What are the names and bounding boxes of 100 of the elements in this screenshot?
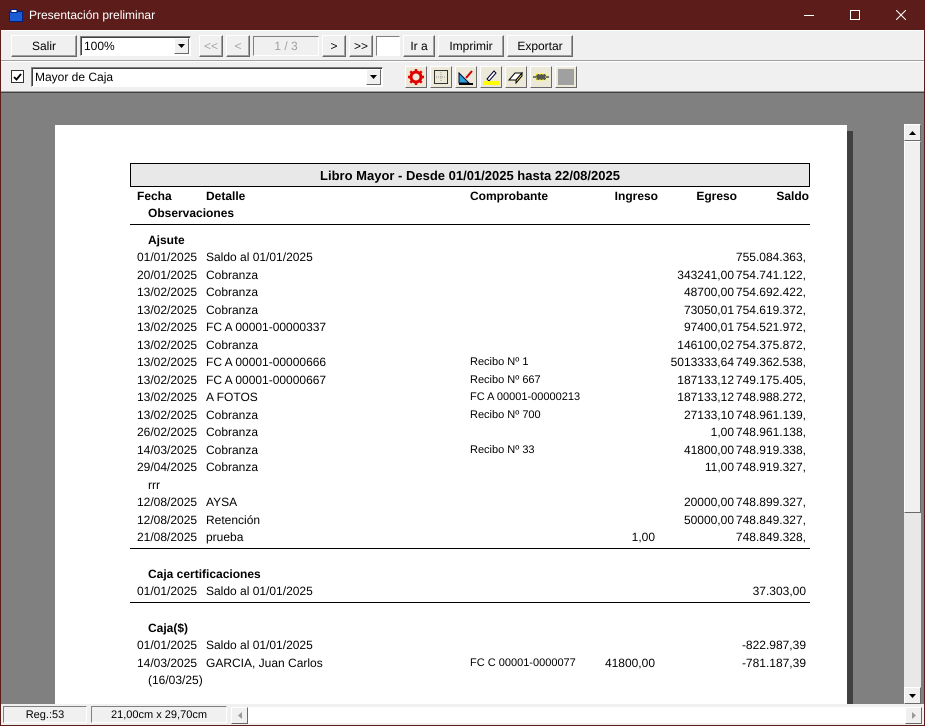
table-cell: 21/08/2025 [137, 530, 198, 544]
table-cell: (16/03/25) [148, 673, 203, 688]
zoom-select[interactable]: 100% [80, 36, 191, 56]
column-header: Observaciones [148, 206, 234, 220]
table-cell: 1,00 [710, 425, 734, 440]
table-cell: 754.375.872, [736, 338, 806, 352]
table-cell: 13/02/2025 [137, 408, 198, 422]
table-cell: Recibo Nº 700 [470, 408, 541, 421]
table-cell: 27133,10 [684, 408, 734, 422]
exit-button[interactable]: Salir [11, 34, 77, 56]
table-cell: 748.961.138, [736, 425, 806, 440]
nav-button[interactable]: >> [349, 34, 373, 56]
table-cell: 20000,00 [684, 495, 734, 510]
app-icon [9, 8, 23, 22]
column-header: Saldo [775, 188, 809, 203]
down-arrow-icon[interactable] [909, 694, 916, 698]
table-cell: FC C 00001-0000077 [470, 656, 576, 669]
table-cell: 97400,01 [684, 320, 734, 334]
table-cell: 754.521.972, [736, 320, 806, 334]
highlighter-icon[interactable] [480, 66, 502, 88]
section-title: Ajsute [148, 232, 185, 247]
table-cell: 41800,00 [684, 442, 734, 457]
up-arrow-icon[interactable] [909, 130, 916, 134]
table-cell: Saldo al 01/01/2025 [206, 250, 313, 264]
table-cell: 187133,12 [677, 372, 734, 387]
table-cell: 755.084.363, [736, 250, 806, 264]
table-cell: FC A 00001-00000337 [206, 320, 326, 334]
table-cell: 73050,01 [684, 302, 734, 317]
table-cell: Saldo al 01/01/2025 [206, 584, 313, 598]
table-cell: 13/02/2025 [137, 355, 198, 370]
column-header: Egreso [695, 188, 737, 203]
table-cell: 748.919.327, [736, 460, 806, 474]
table-cell: 146100,02 [677, 338, 734, 352]
table-cell: Recibo Nº 667 [470, 374, 541, 386]
table-cell: 748.899.327, [736, 495, 806, 510]
goto-input[interactable] [376, 36, 400, 56]
table-cell: 5013333,64 [670, 355, 734, 370]
table-cell: FC A 00001-00000667 [206, 372, 326, 387]
table-cell: 754.741.122, [736, 268, 806, 282]
toolbar-button[interactable]: Exportar [507, 34, 573, 56]
table-cell: 13/02/2025 [137, 285, 198, 300]
table-cell: Cobranza [206, 408, 258, 422]
table-cell: 41800,00 [604, 656, 655, 670]
table-cell: 50000,00 [684, 512, 734, 527]
table-cell: 37.303,00 [752, 584, 806, 598]
border-icon[interactable] [530, 66, 552, 88]
table-cell: 343241,00 [677, 268, 734, 282]
gear-icon[interactable] [405, 66, 427, 88]
report-title: Libro Mayor - Desde 01/01/2025 hasta 22/08/2025 [130, 163, 810, 187]
maximize-icon [850, 10, 860, 20]
table-cell: 20/01/2025 [137, 268, 198, 282]
vertical-scrollbar[interactable] [904, 124, 921, 704]
window-title: Presentación preliminar [29, 8, 156, 22]
table-cell: 748.988.272, [736, 390, 806, 404]
table-cell: 1,00 [632, 530, 655, 544]
table-cell: Cobranza [206, 285, 258, 300]
column-header: Fecha [137, 188, 173, 203]
table-cell: 748.849.327, [736, 512, 806, 527]
grid-icon[interactable] [430, 66, 452, 88]
table-cell: 13/02/2025 [137, 372, 198, 387]
table-cell: Cobranza [206, 425, 258, 440]
table-cell: 14/03/2025 [137, 442, 198, 457]
table-cell: GARCIA, Juan Carlos [206, 656, 323, 670]
table-cell: Saldo al 01/01/2025 [206, 638, 313, 652]
table-cell: AYSA [206, 495, 238, 510]
table-cell: Retención [206, 512, 260, 527]
table-cell: 13/02/2025 [137, 320, 198, 334]
table-cell: Cobranza [206, 268, 258, 282]
table-cell: 48700,00 [684, 285, 734, 300]
toolbar-button[interactable]: Ir a [403, 34, 435, 56]
column-header: Comprobante [470, 188, 549, 203]
table-cell: 13/02/2025 [137, 302, 198, 317]
table-cell: -822.987,39 [742, 638, 806, 652]
toolbar-button[interactable]: Imprimir [438, 34, 504, 56]
checkbox[interactable] [11, 70, 24, 83]
table-cell: Recibo Nº 1 [470, 356, 528, 368]
table-cell: 12/08/2025 [137, 495, 198, 510]
table-cell: rrr [148, 478, 160, 492]
table-cell: Cobranza [206, 442, 258, 457]
table-cell: Recibo Nº 33 [470, 444, 535, 456]
table-cell: 26/02/2025 [137, 425, 198, 440]
dropdown-arrow-icon [370, 74, 377, 78]
table-cell: 749.362.538, [736, 355, 806, 370]
table-cell: prueba [206, 530, 244, 544]
ruler-pen-icon[interactable] [455, 66, 477, 88]
table-cell: 748.919.338, [736, 442, 806, 457]
eraser-icon[interactable] [505, 66, 527, 88]
close-icon [896, 10, 906, 20]
status-text: 21,00cm x 29,70cm [91, 706, 227, 723]
table-cell: 14/03/2025 [137, 656, 198, 670]
nav-button[interactable]: > [322, 34, 346, 56]
table-cell: 13/02/2025 [137, 338, 198, 352]
table-cell: 187133,12 [677, 390, 734, 404]
minimize-icon [804, 14, 814, 16]
table-cell: 749.175.405, [736, 372, 806, 387]
dropdown-arrow-icon [178, 44, 185, 48]
table-cell: -781.187,39 [742, 656, 806, 670]
color-swatch[interactable] [555, 66, 577, 88]
table-cell: Cobranza [206, 338, 258, 352]
report-select[interactable]: Mayor de Caja [31, 66, 383, 86]
